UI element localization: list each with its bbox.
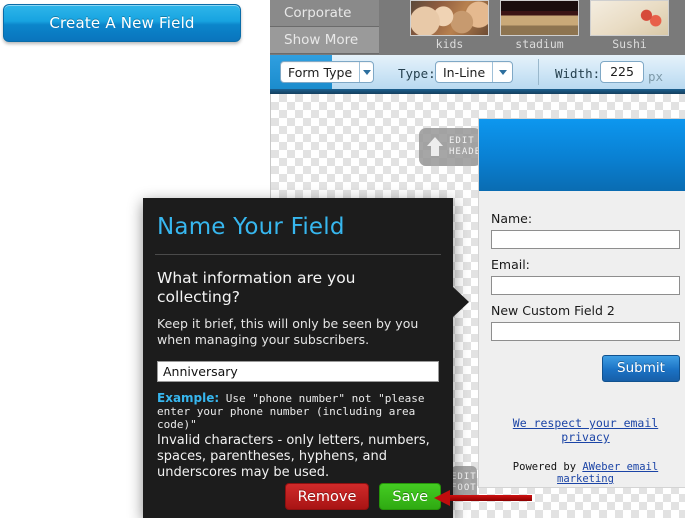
- dialog-example-text: Example: Use "phone number" not "please …: [143, 382, 453, 432]
- field-label-email: Email:: [491, 257, 530, 272]
- remove-button[interactable]: Remove: [284, 483, 370, 510]
- field-label-name: Name:: [491, 211, 533, 226]
- field-input-custom[interactable]: [491, 322, 680, 341]
- dialog-title: Name Your Field: [157, 214, 345, 240]
- width-label: Width:: [555, 66, 601, 81]
- type-dropdown-value: In-Line: [443, 64, 486, 80]
- screenshot-root: Create A New Field Corporate Show More k…: [0, 0, 685, 518]
- width-unit-label: px: [648, 69, 664, 84]
- name-your-field-dialog: Name Your Field What information are you…: [143, 198, 469, 518]
- thumbnail-image-kids: [410, 0, 489, 36]
- form-preview-panel: Name: Email: New Custom Field 2 Submit W…: [478, 118, 685, 488]
- submit-button[interactable]: Submit: [602, 355, 680, 382]
- chevron-down-icon: [492, 62, 512, 82]
- create-new-field-button[interactable]: Create A New Field: [3, 4, 241, 42]
- thumbnail-caption: kids: [435, 37, 464, 51]
- example-label: Example:: [157, 391, 220, 405]
- toolbar-divider: [538, 59, 539, 85]
- annotation-arrow-shaft: [448, 495, 532, 501]
- width-input[interactable]: 225: [600, 61, 644, 83]
- save-button[interactable]: Save: [379, 483, 441, 510]
- thumbnail-kids[interactable]: kids: [410, 0, 489, 52]
- dialog-invalid-characters-note: Invalid characters - only letters, numbe…: [157, 433, 430, 480]
- edit-header-button[interactable]: EDIT HEADER: [419, 128, 487, 166]
- type-dropdown[interactable]: In-Line: [435, 61, 513, 83]
- powered-by-text: Powered by AWeber email marketing: [491, 444, 680, 485]
- arrow-up-icon: [426, 136, 444, 158]
- thumbnail-image-stadium: [500, 0, 579, 36]
- gallery-thumbnails: kids stadium Sushi: [410, 0, 685, 55]
- thumbnail-sushi[interactable]: Sushi: [590, 0, 669, 52]
- template-gallery: Corporate Show More kids stadium Sushi: [270, 0, 685, 55]
- form-header-banner[interactable]: [479, 119, 685, 191]
- annotation-arrow-icon: [434, 490, 532, 506]
- form-fields: Name: Email: New Custom Field 2 Submit W…: [479, 191, 685, 485]
- annotation-arrow-head: [434, 490, 450, 506]
- edit-footer-label-line1: EDIT: [451, 472, 477, 482]
- thumbnail-caption: stadium: [515, 37, 564, 51]
- form-type-dropdown[interactable]: Form Type: [280, 61, 374, 83]
- powered-by-prefix: Powered by: [512, 461, 583, 473]
- form-toolbar: Form Type Type: In-Line Width: 225 px: [270, 55, 685, 90]
- dialog-pointer-triangle: [452, 286, 469, 318]
- privacy-link[interactable]: We respect your email privacy: [491, 382, 680, 444]
- gallery-category-menu: Corporate Show More: [270, 0, 379, 55]
- field-label-custom: New Custom Field 2: [491, 303, 615, 318]
- thumbnail-stadium[interactable]: stadium: [500, 0, 579, 52]
- form-type-dropdown-value: Form Type: [288, 64, 353, 80]
- dialog-question: What information are you collecting?: [157, 269, 356, 306]
- gallery-category-show-more[interactable]: Show More: [270, 27, 379, 54]
- chevron-down-icon: [359, 62, 373, 82]
- thumbnail-caption: Sushi: [612, 37, 647, 51]
- field-name-input[interactable]: Anniversary: [157, 361, 439, 382]
- dialog-buttons: Remove Save: [284, 483, 441, 510]
- dialog-subtitle: Keep it brief, this will only be seen by…: [157, 316, 419, 347]
- thumbnail-image-sushi: [590, 0, 669, 36]
- field-input-email[interactable]: [491, 276, 680, 295]
- gallery-category-corporate[interactable]: Corporate: [270, 0, 379, 27]
- field-input-name[interactable]: [491, 230, 680, 249]
- type-label: Type:: [398, 66, 436, 81]
